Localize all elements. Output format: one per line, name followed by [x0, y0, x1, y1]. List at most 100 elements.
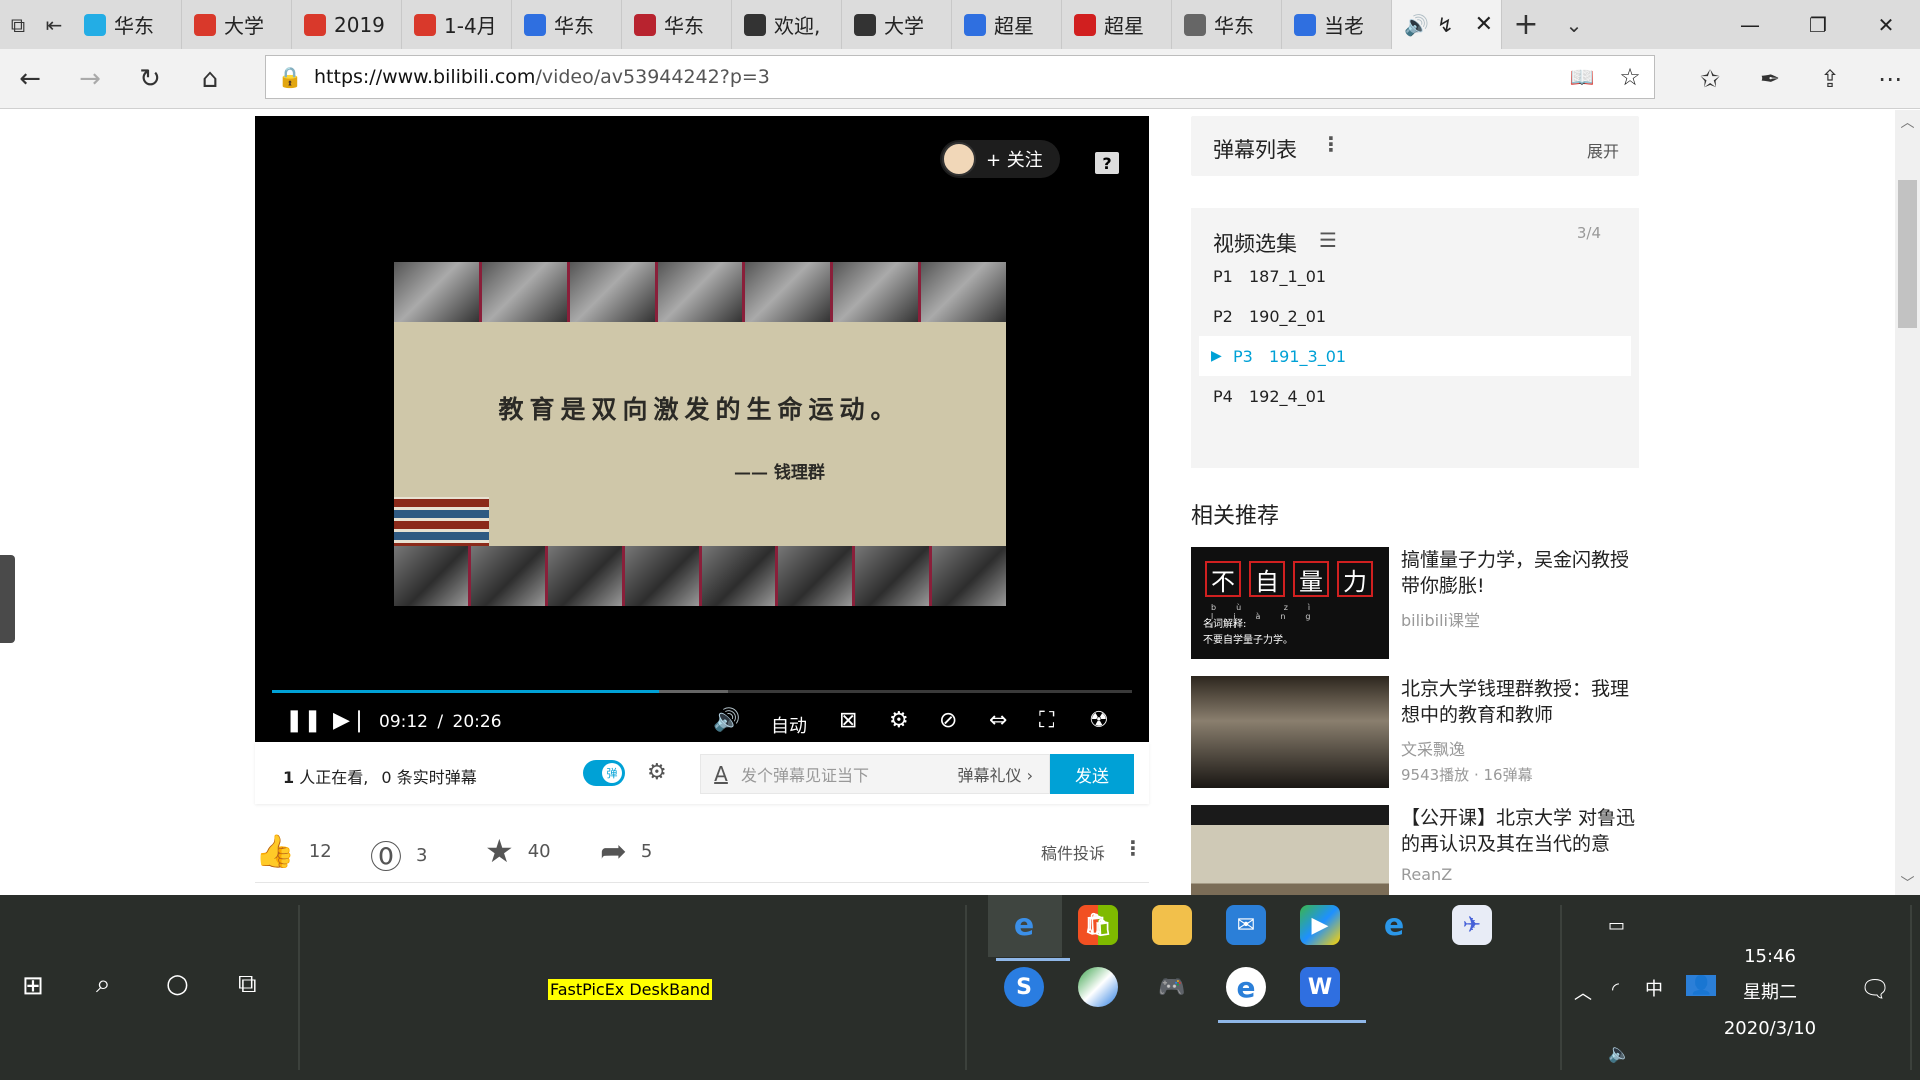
volume-tray-icon[interactable]: 🔈: [1608, 1043, 1630, 1064]
new-tab-button[interactable]: +: [1502, 0, 1550, 49]
task-view-icon[interactable]: ⧉: [238, 969, 257, 1000]
recommend-thumbnail[interactable]: [1191, 676, 1389, 788]
browser-tab[interactable]: 大学: [182, 0, 292, 49]
forward-button[interactable]: →: [60, 49, 120, 109]
system-clock[interactable]: 15:46 星期二 2020/3/10: [1700, 939, 1840, 1047]
globe-app[interactable]: [1070, 959, 1126, 1015]
wifi-icon[interactable]: ◜: [1612, 979, 1619, 1000]
coin-button[interactable]: ⓪3: [370, 832, 427, 878]
recommend-uploader[interactable]: 文采飘逸: [1401, 736, 1465, 760]
back-button[interactable]: ←: [0, 49, 60, 109]
refresh-button[interactable]: ↻: [120, 49, 180, 109]
battery-icon[interactable]: ▭: [1608, 915, 1625, 936]
danmaku-list-menu-icon[interactable]: ⋮: [1321, 132, 1341, 156]
tab-preview-chevron-icon[interactable]: ⌄: [1550, 0, 1598, 49]
quality-selector[interactable]: 自动: [771, 712, 807, 738]
episode-item[interactable]: P1 187_1_01: [1199, 256, 1631, 296]
danmaku-settings-icon[interactable]: ⚙: [647, 760, 667, 785]
reading-view-icon[interactable]: 📖: [1558, 65, 1606, 89]
address-bar[interactable]: 🔒 https://www.bilibili.com/video/av53944…: [265, 55, 1655, 99]
next-episode-icon[interactable]: ▶❘: [333, 708, 368, 734]
browser-tab[interactable]: 欢迎,: [732, 0, 842, 49]
recommend-item[interactable]: 【公开课】北京大学 对鲁迅的再认识及其在当代的意 ReanZ: [1191, 805, 1639, 895]
share-button[interactable]: ➦ 5: [600, 832, 652, 870]
recommend-thumbnail[interactable]: 不 自 量 力 bù zì liàng lì 名词解释: 不要自学量子力学。: [1191, 547, 1389, 659]
volume-icon[interactable]: 🔊: [713, 708, 740, 734]
media-player-app[interactable]: ▶: [1292, 897, 1348, 953]
danmaku-input[interactable]: A 发个弹幕见证当下 弹幕礼仪 ›: [700, 754, 1050, 794]
game-app[interactable]: 🎮: [1144, 959, 1200, 1015]
episode-item[interactable]: P2 190_2_01: [1199, 296, 1631, 336]
explorer-app[interactable]: [1144, 897, 1200, 953]
send-button[interactable]: 发送: [1050, 754, 1134, 794]
deskband-label[interactable]: FastPicEx DeskBand: [548, 979, 713, 1000]
settings-gear-icon[interactable]: ⚙: [889, 708, 909, 734]
share-icon[interactable]: ⇪: [1800, 49, 1860, 109]
episode-item[interactable]: ▶ P3 191_3_01: [1199, 336, 1631, 376]
browser-tab[interactable]: 大学: [842, 0, 952, 49]
home-button[interactable]: ⌂: [180, 49, 240, 109]
font-style-icon[interactable]: A: [701, 762, 741, 786]
wps-app[interactable]: W: [1292, 959, 1366, 1023]
danmaku-off-icon[interactable]: ⊠: [839, 708, 857, 734]
uploader-avatar[interactable]: [942, 142, 976, 176]
windows-start-icon[interactable]: ⊞: [22, 971, 44, 1001]
browser-tab[interactable]: 2019: [292, 0, 402, 49]
pen-notes-icon[interactable]: ✒: [1740, 49, 1800, 109]
list-view-icon[interactable]: ☰: [1319, 228, 1337, 252]
tab-active[interactable]: 🔊 ↯ ✕: [1392, 0, 1502, 49]
recommend-item[interactable]: 北京大学钱理群教授：我理想中的教育和教师 文采飘逸 9543播放 · 16弹幕: [1191, 676, 1639, 788]
progress-bar[interactable]: [272, 690, 1132, 693]
more-vertical-icon[interactable]: ⋮: [1123, 836, 1143, 860]
ie-app[interactable]: e: [1366, 897, 1422, 953]
set-aside-tabs-icon[interactable]: ⇤: [36, 0, 72, 49]
tab-actions-icon[interactable]: ⧉: [0, 0, 36, 49]
close-tab-icon[interactable]: ✕: [1475, 12, 1493, 37]
minimize-button[interactable]: —: [1716, 0, 1784, 49]
web-fullscreen-icon[interactable]: ⛶: [1039, 708, 1054, 734]
restore-button[interactable]: ❐: [1784, 0, 1852, 49]
show-hidden-icons-chevron[interactable]: ︿: [1574, 979, 1592, 1005]
recommend-title-text[interactable]: 【公开课】北京大学 对鲁迅的再认识及其在当代的意: [1401, 805, 1641, 857]
browser-tab[interactable]: 华东: [622, 0, 732, 49]
sogou-app[interactable]: S: [996, 959, 1052, 1015]
like-button[interactable]: 👍 12: [255, 832, 332, 870]
recommend-title-text[interactable]: 搞懂量子力学，吴金闪教授带你膨胀!: [1401, 547, 1641, 599]
recommend-thumbnail[interactable]: [1191, 805, 1389, 895]
edge-app[interactable]: e: [996, 897, 1070, 961]
browser-tab[interactable]: 超星: [1062, 0, 1172, 49]
store-app[interactable]: 🛍: [1070, 897, 1126, 953]
edge-app-2[interactable]: e: [1218, 959, 1292, 1023]
favorite-button[interactable]: ★ 40: [485, 832, 551, 870]
widescreen-icon[interactable]: ⇔: [989, 708, 1007, 734]
pip-off-icon[interactable]: ⊘: [939, 708, 957, 734]
mail-app[interactable]: ✉: [1218, 897, 1274, 953]
browser-tab[interactable]: 超星: [952, 0, 1062, 49]
recommend-item[interactable]: 不 自 量 力 bù zì liàng lì 名词解释: 不要自学量子力学。 搞…: [1191, 547, 1639, 659]
video-player[interactable]: + 关注 ? 教育是双向激发的生命运动。 —— 钱理群 ❚❚ ▶❘ 09:12 …: [255, 116, 1149, 742]
ime-indicator[interactable]: 中: [1645, 975, 1663, 1001]
favorites-list-icon[interactable]: ✩: [1680, 49, 1740, 109]
help-icon[interactable]: ?: [1095, 152, 1119, 174]
close-window-button[interactable]: ✕: [1852, 0, 1920, 49]
recommend-uploader[interactable]: bilibili课堂: [1401, 607, 1480, 631]
cortana-icon[interactable]: ○: [166, 969, 189, 999]
danmaku-toggle[interactable]: 弹: [583, 760, 625, 786]
favorite-star-icon[interactable]: ☆: [1606, 63, 1654, 91]
scroll-thumb[interactable]: [1898, 180, 1917, 328]
side-gadget[interactable]: [0, 555, 15, 643]
pause-icon[interactable]: ❚❚: [285, 708, 322, 734]
browser-tab[interactable]: 华东: [1172, 0, 1282, 49]
browser-tab[interactable]: 华东: [72, 0, 182, 49]
action-center-icon[interactable]: 🗨: [1860, 975, 1890, 1003]
more-menu-icon[interactable]: ⋯: [1860, 49, 1920, 109]
browser-tab[interactable]: 华东: [512, 0, 622, 49]
browser-tab[interactable]: 当老: [1282, 0, 1392, 49]
episode-item[interactable]: P4 192_4_01: [1199, 376, 1631, 416]
feishu-app[interactable]: ✈: [1444, 897, 1500, 953]
recommend-title-text[interactable]: 北京大学钱理群教授：我理想中的教育和教师: [1401, 676, 1641, 728]
report-link[interactable]: 稿件投诉: [1041, 840, 1105, 864]
scroll-up-arrow-icon[interactable]: ︿: [1895, 112, 1920, 132]
search-icon[interactable]: ⌕: [96, 969, 111, 1000]
fullscreen-icon[interactable]: ☢: [1089, 708, 1109, 734]
